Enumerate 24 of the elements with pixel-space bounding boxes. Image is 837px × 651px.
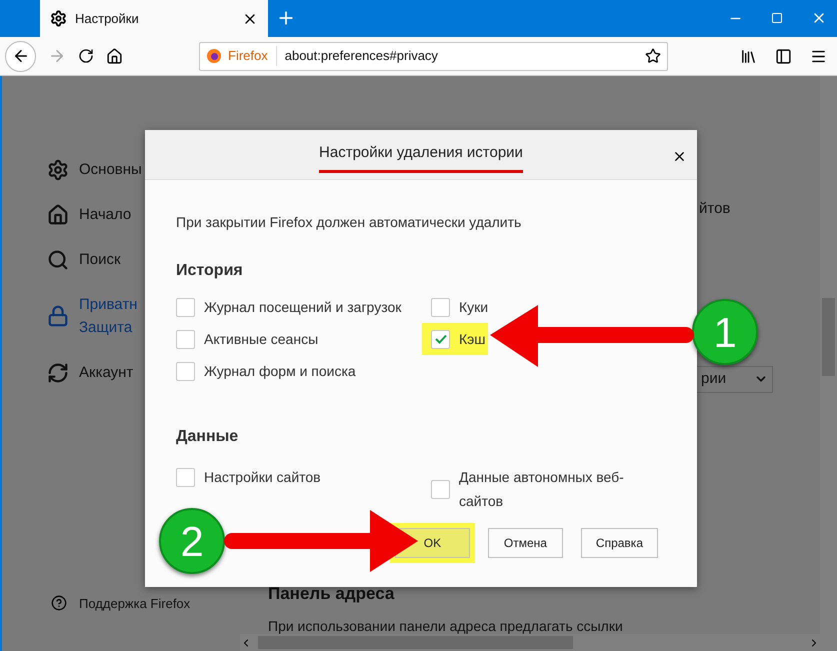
- page-text: йтов: [699, 199, 732, 219]
- section-heading: Панель адреса: [268, 582, 396, 604]
- option-label: Кэш: [459, 330, 486, 349]
- tab-title: Настройки: [75, 10, 140, 28]
- option-label: Журнал форм и поиска: [204, 362, 356, 381]
- dialog-title: Настройки удаления истории: [319, 142, 523, 173]
- option-label: Данные автономных веб-сайтов: [459, 468, 625, 511]
- sidebar-label: Начало: [79, 205, 132, 225]
- sidebar-label: Поиск: [79, 250, 121, 270]
- sidebar-label: Приватн: [79, 295, 138, 315]
- dialog-description: При закрытии Firefox должен автоматически удалить: [176, 213, 522, 232]
- identity-label: Firefox: [228, 46, 277, 66]
- option-label: Журнал посещений и загрузок: [204, 298, 402, 317]
- callout-number: 1: [692, 299, 758, 365]
- option-label: Настройки сайтов: [204, 468, 321, 487]
- url-text: about:preferences#privacy: [284, 47, 439, 66]
- group-heading: История: [176, 261, 244, 281]
- option-label: Активные сеансы: [204, 330, 318, 349]
- sidebar-label: Аккаунт: [79, 363, 134, 383]
- group-heading: Данные: [176, 427, 240, 447]
- option-label: Куки: [459, 298, 488, 317]
- sidebar-label: Защита: [79, 318, 134, 338]
- sidebar-label: Основны: [79, 160, 142, 180]
- page-paragraph: При использовании панели адреса предлагать ссылки: [268, 617, 624, 636]
